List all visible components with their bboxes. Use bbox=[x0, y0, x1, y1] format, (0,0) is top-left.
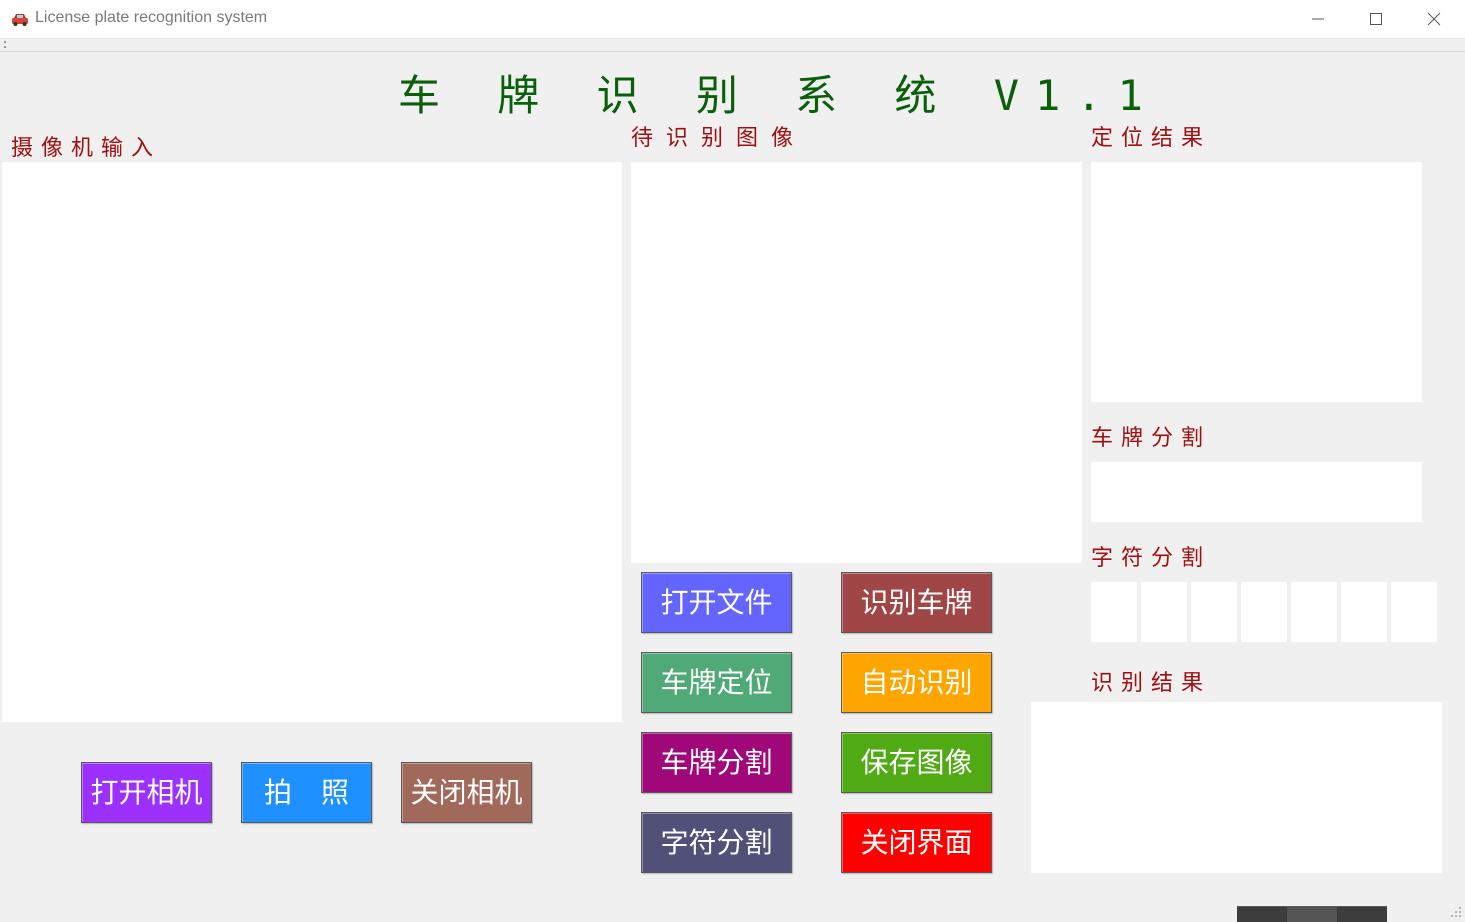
auto-recognize-button[interactable]: 自动识别 bbox=[841, 652, 992, 713]
plate-locate-button[interactable]: 车牌定位 bbox=[641, 652, 792, 713]
pending-image-panel bbox=[631, 162, 1082, 563]
locate-result-label: 定位结果 bbox=[1091, 126, 1212, 151]
char-slot bbox=[1241, 582, 1287, 642]
locate-result-panel bbox=[1091, 162, 1422, 402]
char-segment-label: 字符分割 bbox=[1091, 546, 1212, 571]
recognition-result-panel bbox=[1031, 702, 1442, 873]
recognize-plate-button[interactable]: 识别车牌 bbox=[841, 572, 992, 633]
window-title: License plate recognition system bbox=[35, 9, 268, 26]
resize-grip-icon[interactable] bbox=[1450, 906, 1462, 918]
toolbar-strip bbox=[0, 39, 1465, 52]
take-photo-button[interactable]: 拍 照 bbox=[241, 762, 372, 823]
char-slot bbox=[1091, 582, 1137, 642]
window-titlebar: License plate recognition system bbox=[0, 0, 1465, 39]
recognition-result-label: 识别结果 bbox=[1091, 671, 1212, 696]
char-slot bbox=[1391, 582, 1437, 642]
toolbar-grip-icon[interactable] bbox=[4, 41, 8, 48]
close-button[interactable] bbox=[1405, 0, 1463, 38]
open-file-button[interactable]: 打开文件 bbox=[641, 572, 792, 633]
char-slot bbox=[1141, 582, 1187, 642]
maximize-button[interactable] bbox=[1347, 0, 1405, 38]
pending-image-label: 待识别图像 bbox=[631, 126, 807, 151]
plate-segment-button[interactable]: 车牌分割 bbox=[641, 732, 792, 793]
plate-segment-panel bbox=[1091, 462, 1422, 522]
plate-segment-label: 车牌分割 bbox=[1091, 426, 1212, 451]
close-camera-button[interactable]: 关闭相机 bbox=[401, 762, 532, 823]
char-segment-button[interactable]: 字符分割 bbox=[641, 812, 792, 873]
minimize-button[interactable] bbox=[1289, 0, 1347, 38]
car-icon bbox=[12, 14, 28, 26]
close-window-button[interactable]: 关闭界面 bbox=[841, 812, 992, 873]
char-slot bbox=[1291, 582, 1337, 642]
bottom-strip bbox=[1237, 906, 1387, 922]
close-icon bbox=[1427, 12, 1441, 26]
char-slot bbox=[1341, 582, 1387, 642]
app-heading: 车 牌 识 别 系 统 V1.1 bbox=[398, 71, 1159, 120]
camera-input-label: 摄像机输入 bbox=[11, 136, 162, 161]
camera-preview-panel bbox=[2, 162, 622, 722]
char-slot bbox=[1191, 582, 1237, 642]
minimize-icon bbox=[1312, 18, 1324, 20]
bottom-strip-segment bbox=[1287, 907, 1337, 922]
maximize-icon bbox=[1370, 13, 1382, 25]
save-image-button[interactable]: 保存图像 bbox=[841, 732, 992, 793]
open-camera-button[interactable]: 打开相机 bbox=[81, 762, 212, 823]
